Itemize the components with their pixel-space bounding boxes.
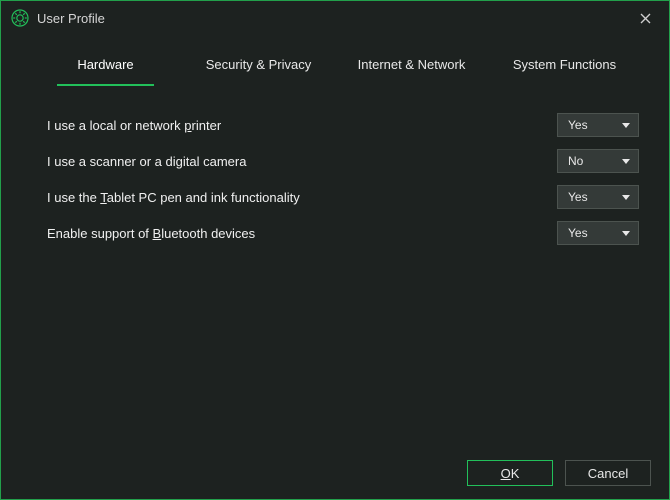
setting-select-printer[interactable]: Yes (557, 113, 639, 137)
setting-label: I use a scanner or a digital camera (47, 154, 557, 169)
window-title: User Profile (37, 11, 623, 26)
setting-select-scanner[interactable]: No (557, 149, 639, 173)
setting-label: Enable support of Bluetooth devices (47, 226, 557, 241)
titlebar: User Profile (1, 1, 669, 35)
select-value: Yes (568, 118, 622, 132)
close-button[interactable] (631, 4, 659, 32)
cancel-button[interactable]: Cancel (565, 460, 651, 486)
setting-row-printer: I use a local or network printer Yes (47, 108, 639, 142)
tab-label: Internet & Network (358, 57, 466, 72)
tab-security-privacy[interactable]: Security & Privacy (182, 47, 335, 86)
setting-label: I use a local or network printer (47, 118, 557, 133)
tab-label: Hardware (77, 57, 133, 72)
tab-label: System Functions (513, 57, 616, 72)
tab-bar: Hardware Security & Privacy Internet & N… (1, 35, 669, 86)
tab-internet-network[interactable]: Internet & Network (335, 47, 488, 86)
tab-label: Security & Privacy (206, 57, 311, 72)
setting-row-tablet: I use the Tablet PC pen and ink function… (47, 180, 639, 214)
setting-row-scanner: I use a scanner or a digital camera No (47, 144, 639, 178)
settings-panel: I use a local or network printer Yes I u… (1, 86, 669, 447)
setting-label: I use the Tablet PC pen and ink function… (47, 190, 557, 205)
ok-button[interactable]: OK (467, 460, 553, 486)
select-value: Yes (568, 190, 622, 204)
close-icon (640, 13, 651, 24)
chevron-down-icon (622, 195, 630, 200)
chevron-down-icon (622, 159, 630, 164)
chevron-down-icon (622, 231, 630, 236)
setting-row-bluetooth: Enable support of Bluetooth devices Yes (47, 216, 639, 250)
select-value: Yes (568, 226, 622, 240)
select-value: No (568, 154, 622, 168)
gear-icon (11, 9, 29, 27)
tab-system-functions[interactable]: System Functions (488, 47, 641, 86)
setting-select-bluetooth[interactable]: Yes (557, 221, 639, 245)
dialog-footer: OK Cancel (1, 447, 669, 499)
tab-hardware[interactable]: Hardware (29, 47, 182, 86)
chevron-down-icon (622, 123, 630, 128)
setting-select-tablet[interactable]: Yes (557, 185, 639, 209)
